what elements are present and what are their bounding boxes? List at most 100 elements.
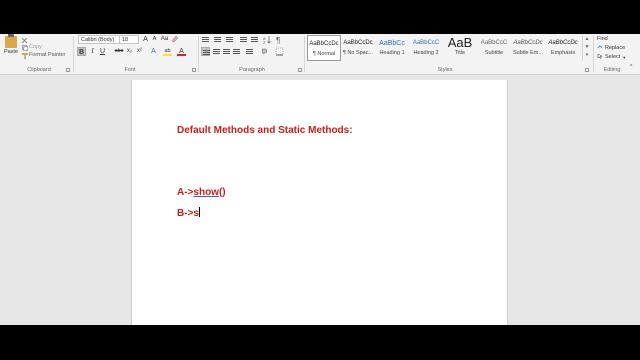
paste-label: Paste [3,49,19,55]
scroll-down-icon[interactable]: ▼ [583,43,591,51]
align-right-icon[interactable] [222,47,231,56]
strikethrough-button[interactable]: abc [113,47,125,56]
style-normal[interactable]: AaBbCcDc ¶ Normal [307,35,341,61]
numbering-icon[interactable] [213,35,222,44]
copy-button[interactable]: Copy [22,44,42,51]
scroll-up-icon[interactable]: ▲ [583,35,591,43]
format-painter-label: Format Painter [29,52,66,58]
style-preview: AaBbCc [379,40,405,47]
style-name: Subtle Em... [513,50,543,56]
select-label: Select [605,54,621,60]
doc-line-b: B->s [177,207,200,219]
divider [73,36,74,72]
text-cursor [198,207,200,217]
decrease-indent-icon[interactable] [239,35,248,44]
style-preview: AaBbCcDc [309,41,339,47]
document-page[interactable]: Default Methods and Static Methods: A->s… [131,80,508,330]
style-title[interactable]: AaB Title [443,35,477,61]
svg-text:¶: ¶ [276,36,280,44]
underline-button[interactable]: U [98,47,107,56]
document-canvas: Default Methods and Static Methods: A->s… [0,75,640,330]
copy-icon [22,44,29,51]
style-preview: AaBbCcC [412,40,440,46]
style-preview: AaBbCcC [480,40,508,46]
sort-icon[interactable]: AZ [263,35,272,45]
clipboard-icon [5,34,17,48]
top-letterbox [0,0,640,34]
style-name: Heading 2 [413,50,439,56]
style-name: Title [454,50,466,56]
style-preview: AaB [447,35,473,50]
cut-button[interactable] [21,37,28,44]
text-effects-button[interactable]: A [149,47,158,56]
line-spacing-icon[interactable] [245,47,254,56]
styles-launcher-icon[interactable] [585,68,589,72]
doc-line-a: A->show() [177,187,226,198]
misspelled-word: show [193,187,219,198]
font-size-dropdown[interactable]: 18 [119,35,139,44]
more-styles-icon[interactable]: ▾ [583,51,591,59]
replace-icon [597,44,603,52]
style-name: ¶ No Spac... [342,50,374,56]
divider [593,36,594,72]
borders-icon[interactable] [275,47,284,56]
divider [304,36,305,72]
styles-gallery-scroll[interactable]: ▲ ▼ ▾ [582,35,591,61]
increase-indent-icon[interactable] [250,35,259,44]
subscript-button[interactable]: x₂ [125,47,134,56]
bullets-icon[interactable] [201,35,210,44]
select-icon [597,53,603,61]
line-a-suffix: () [218,187,226,198]
style-heading-1[interactable]: AaBbCc Heading 1 [375,35,409,61]
paragraph-launcher-icon[interactable] [298,68,302,72]
clipboard-launcher-icon[interactable] [66,68,70,72]
collapse-ribbon-icon[interactable]: ^ [630,64,632,70]
line-a-prefix: A-> [177,187,194,198]
find-label: Find [597,36,608,42]
style-subtitle[interactable]: AaBbCcC Subtitle [477,35,511,61]
highlight-button[interactable]: ab [163,47,172,56]
clear-formatting-icon[interactable] [170,35,179,44]
style-name: Heading 1 [379,50,405,56]
line-b-text: B->s [177,208,199,219]
style-subtle-emphasis[interactable]: AaBbCcDc Subtle Em... [511,35,545,61]
pilcrow-icon[interactable]: ¶ [275,35,284,45]
bold-button[interactable]: B [77,47,86,56]
style-name: Subtitle [484,50,504,56]
style-emphasis[interactable]: AaBbCcDc Emphasis [546,35,580,61]
find-button[interactable]: Find [597,36,608,42]
grow-font-button[interactable]: A [141,35,150,44]
group-label-clipboard: Clipboard [27,67,51,73]
shrink-font-button[interactable]: A [150,35,159,44]
bottom-letterbox [0,325,640,360]
change-case-button[interactable]: Aa [160,35,169,44]
group-label-editing: Editing [603,67,621,73]
paintbrush-icon [22,52,28,59]
ribbon-home: Paste Copy Format Painter Clipboard Cali… [0,34,640,75]
select-button[interactable]: Select ▼ [597,53,626,61]
align-center-icon[interactable] [212,47,221,56]
scissors-icon [21,37,28,44]
style-name: Emphasis [550,50,576,56]
style-preview: AaBbCcDc [513,40,543,46]
style-heading-2[interactable]: AaBbCcC Heading 2 [409,35,443,61]
align-left-icon[interactable] [201,47,210,56]
justify-icon[interactable] [232,47,241,56]
shading-icon[interactable] [260,47,269,56]
superscript-button[interactable]: x² [135,47,144,56]
style-name: ¶ Normal [312,51,336,57]
font-launcher-icon[interactable] [192,68,196,72]
group-label-font: Font [124,67,136,73]
italic-button[interactable]: I [88,47,97,56]
format-painter-button[interactable]: Format Painter [22,52,66,59]
paste-button[interactable]: Paste [1,34,21,62]
chevron-down-icon: ▼ [622,54,627,60]
multilevel-list-icon[interactable] [225,35,234,44]
font-color-button[interactable]: A [177,47,186,56]
style-no-spacing[interactable]: AaBbCcDc ¶ No Spac... [341,35,375,61]
style-preview: AaBbCcDc [548,40,578,46]
copy-label: Copy [29,44,42,50]
doc-heading: Default Methods and Static Methods: [177,125,353,136]
replace-label: Replace [605,45,626,51]
replace-button[interactable]: Replace [597,44,625,52]
